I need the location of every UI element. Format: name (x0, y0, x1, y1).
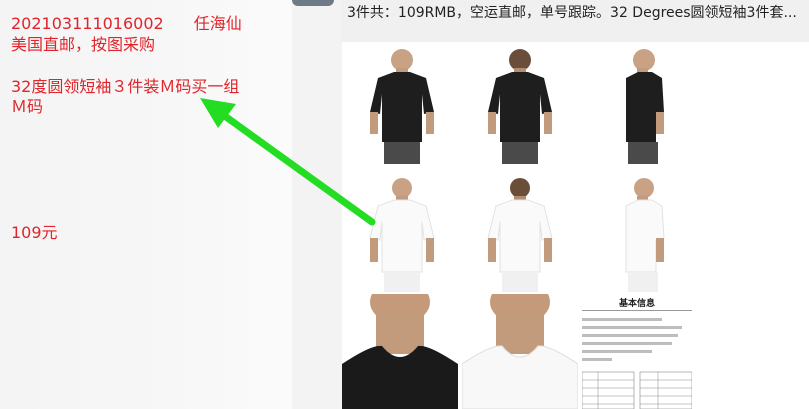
annotation-arrow-icon (200, 98, 376, 226)
